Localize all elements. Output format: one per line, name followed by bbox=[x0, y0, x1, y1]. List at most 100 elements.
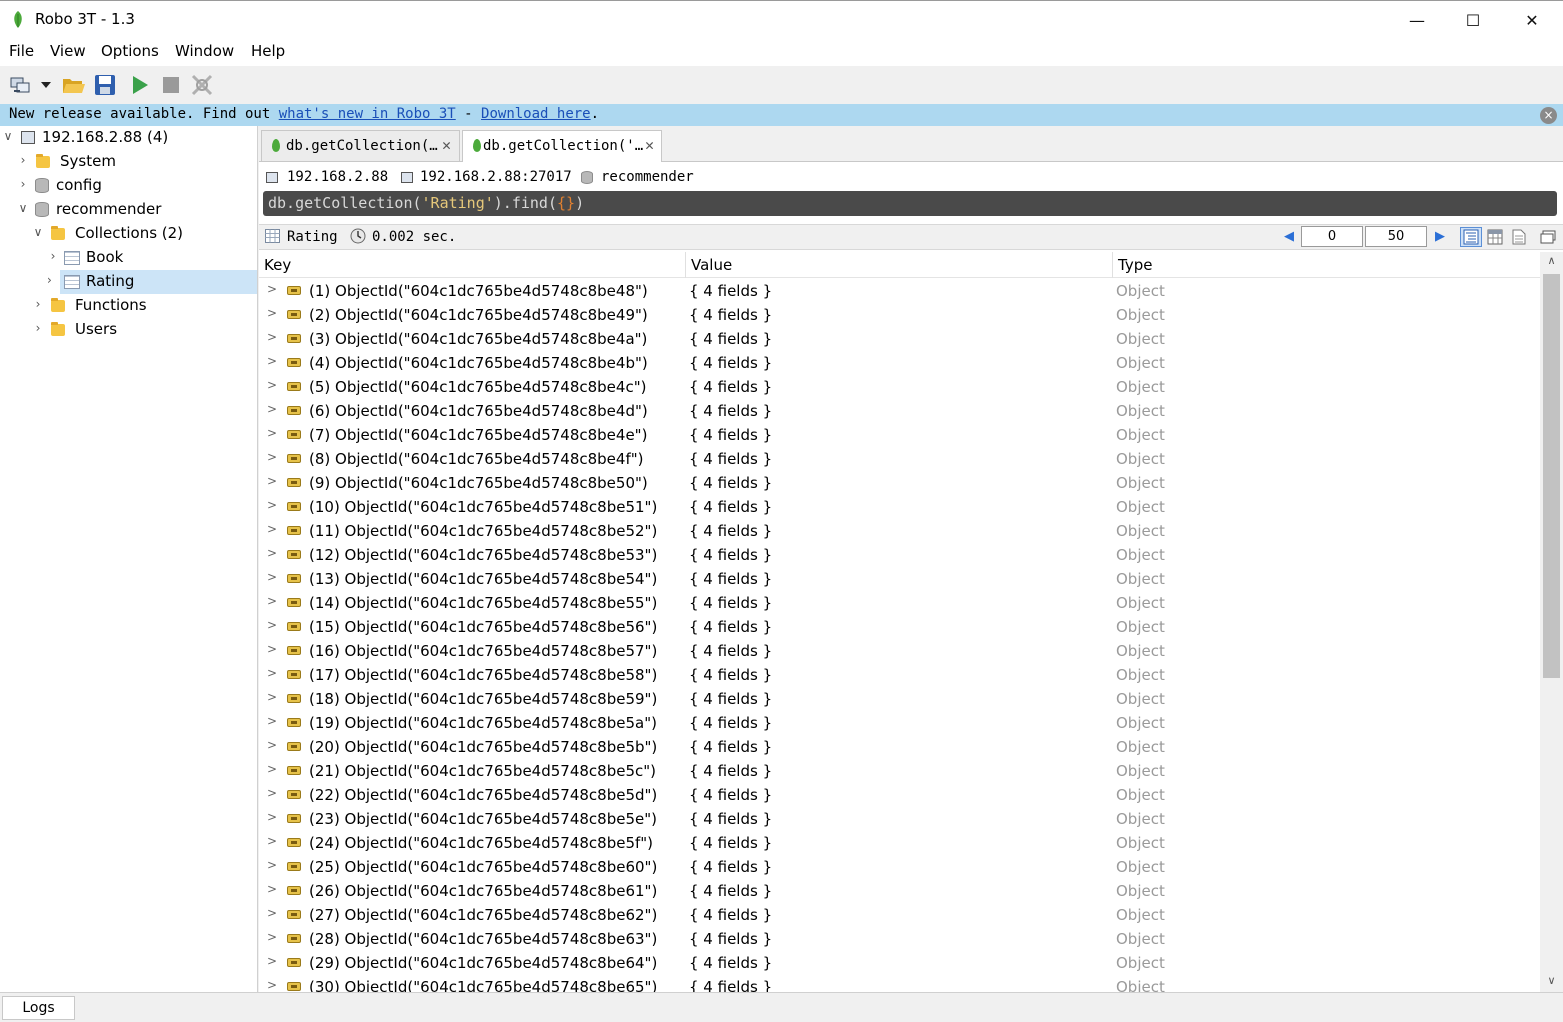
table-row[interactable]: > (4) ObjectId("604c1dc765be4d5748c8be4b"… bbox=[259, 351, 1540, 375]
chevron-down-icon[interactable]: ∨ bbox=[32, 225, 44, 239]
chevron-right-icon[interactable]: > bbox=[267, 714, 277, 728]
chevron-right-icon[interactable]: > bbox=[267, 666, 277, 680]
table-row[interactable]: > (24) ObjectId("604c1dc765be4d5748c8be5f… bbox=[259, 831, 1540, 855]
stop-icon[interactable] bbox=[158, 72, 184, 98]
menu-options[interactable]: Options bbox=[101, 42, 159, 60]
chevron-right-icon[interactable]: > bbox=[267, 834, 277, 848]
tree-item-collections[interactable]: ∨ Collections (2) bbox=[0, 222, 258, 246]
menu-file[interactable]: File bbox=[9, 42, 34, 60]
column-type[interactable]: Type bbox=[1118, 256, 1152, 274]
query-editor[interactable]: db.getCollection('Rating').find({}) bbox=[263, 191, 1557, 216]
chevron-right-icon[interactable]: › bbox=[32, 321, 44, 335]
chevron-right-icon[interactable]: › bbox=[17, 153, 29, 167]
table-row[interactable]: > (3) ObjectId("604c1dc765be4d5748c8be4a"… bbox=[259, 327, 1540, 351]
table-row[interactable]: > (27) ObjectId("604c1dc765be4d5748c8be62… bbox=[259, 903, 1540, 927]
chevron-right-icon[interactable]: > bbox=[267, 354, 277, 368]
chevron-right-icon[interactable]: > bbox=[267, 618, 277, 632]
explain-icon[interactable] bbox=[189, 72, 215, 98]
chevron-right-icon[interactable]: > bbox=[267, 282, 277, 296]
chevron-right-icon[interactable]: > bbox=[267, 450, 277, 464]
table-row[interactable]: > (8) ObjectId("604c1dc765be4d5748c8be4f"… bbox=[259, 447, 1540, 471]
execute-icon[interactable] bbox=[127, 72, 153, 98]
download-link[interactable]: Download here bbox=[481, 106, 591, 122]
maximize-button[interactable]: ☐ bbox=[1444, 1, 1502, 39]
table-row[interactable]: > (9) ObjectId("604c1dc765be4d5748c8be50"… bbox=[259, 471, 1540, 495]
tree-item-users[interactable]: › Users bbox=[0, 318, 258, 342]
table-row[interactable]: > (28) ObjectId("604c1dc765be4d5748c8be63… bbox=[259, 927, 1540, 951]
tab-query-1[interactable]: db.getCollection(… ✕ bbox=[261, 130, 460, 161]
chevron-right-icon[interactable]: > bbox=[267, 882, 277, 896]
skip-input[interactable]: 0 bbox=[1301, 226, 1363, 247]
table-row[interactable]: > (5) ObjectId("604c1dc765be4d5748c8be4c"… bbox=[259, 375, 1540, 399]
next-page-icon[interactable]: ▶ bbox=[1435, 229, 1445, 244]
menu-help[interactable]: Help bbox=[251, 42, 285, 60]
chevron-right-icon[interactable]: > bbox=[267, 930, 277, 944]
tree-item-recommender[interactable]: ∨ recommender bbox=[0, 198, 258, 222]
close-banner-icon[interactable]: × bbox=[1540, 107, 1557, 124]
open-icon[interactable] bbox=[61, 72, 87, 98]
connect-icon[interactable] bbox=[7, 72, 33, 98]
chevron-right-icon[interactable]: > bbox=[267, 474, 277, 488]
table-row[interactable]: > (25) ObjectId("604c1dc765be4d5748c8be60… bbox=[259, 855, 1540, 879]
minimize-button[interactable]: — bbox=[1388, 1, 1446, 39]
column-value[interactable]: Value bbox=[691, 256, 732, 274]
chevron-right-icon[interactable]: > bbox=[267, 402, 277, 416]
dropdown-icon[interactable] bbox=[36, 72, 56, 98]
chevron-right-icon[interactable]: › bbox=[47, 273, 52, 287]
save-icon[interactable] bbox=[92, 72, 118, 98]
chevron-right-icon[interactable]: > bbox=[267, 594, 277, 608]
chevron-right-icon[interactable]: › bbox=[17, 177, 29, 191]
table-row[interactable]: > (19) ObjectId("604c1dc765be4d5748c8be5a… bbox=[259, 711, 1540, 735]
maximize-results-icon[interactable] bbox=[1537, 227, 1559, 247]
column-divider[interactable] bbox=[685, 252, 686, 278]
vertical-scrollbar[interactable]: ∧ ∨ bbox=[1540, 252, 1563, 992]
chevron-right-icon[interactable]: > bbox=[267, 954, 277, 968]
tab-query-2[interactable]: db.getCollection('… ✕ bbox=[462, 130, 662, 162]
tree-item-functions[interactable]: › Functions bbox=[0, 294, 258, 318]
chevron-right-icon[interactable]: > bbox=[267, 546, 277, 560]
close-window-button[interactable]: ✕ bbox=[1503, 1, 1561, 39]
prev-page-icon[interactable]: ◀ bbox=[1284, 229, 1294, 244]
tree-item-rating[interactable]: Rating bbox=[60, 270, 257, 294]
table-row[interactable]: > (16) ObjectId("604c1dc765be4d5748c8be57… bbox=[259, 639, 1540, 663]
chevron-right-icon[interactable]: > bbox=[267, 906, 277, 920]
scroll-up-icon[interactable]: ∧ bbox=[1540, 254, 1563, 270]
tree-item-system[interactable]: › System bbox=[0, 150, 258, 174]
table-row[interactable]: > (6) ObjectId("604c1dc765be4d5748c8be4d"… bbox=[259, 399, 1540, 423]
table-row[interactable]: > (10) ObjectId("604c1dc765be4d5748c8be51… bbox=[259, 495, 1540, 519]
tab-close-icon[interactable]: ✕ bbox=[645, 136, 654, 154]
table-row[interactable]: > (29) ObjectId("604c1dc765be4d5748c8be64… bbox=[259, 951, 1540, 975]
logs-tab[interactable]: Logs bbox=[2, 996, 75, 1020]
chevron-right-icon[interactable]: > bbox=[267, 690, 277, 704]
chevron-right-icon[interactable]: > bbox=[267, 978, 277, 992]
table-row[interactable]: > (26) ObjectId("604c1dc765be4d5748c8be61… bbox=[259, 879, 1540, 903]
table-row[interactable]: > (20) ObjectId("604c1dc765be4d5748c8be5b… bbox=[259, 735, 1540, 759]
chevron-right-icon[interactable]: > bbox=[267, 570, 277, 584]
chevron-down-icon[interactable]: ∨ bbox=[2, 129, 14, 143]
scroll-thumb[interactable] bbox=[1543, 274, 1560, 678]
table-row[interactable]: > (17) ObjectId("604c1dc765be4d5748c8be58… bbox=[259, 663, 1540, 687]
chevron-down-icon[interactable]: ∨ bbox=[17, 201, 29, 215]
chevron-right-icon[interactable]: > bbox=[267, 426, 277, 440]
tab-close-icon[interactable]: ✕ bbox=[442, 136, 451, 154]
table-row[interactable]: > (12) ObjectId("604c1dc765be4d5748c8be53… bbox=[259, 543, 1540, 567]
table-row[interactable]: > (2) ObjectId("604c1dc765be4d5748c8be49"… bbox=[259, 303, 1540, 327]
tree-item-config[interactable]: › config bbox=[0, 174, 258, 198]
tree-view-mode-icon[interactable] bbox=[1460, 227, 1482, 247]
chevron-right-icon[interactable]: > bbox=[267, 306, 277, 320]
chevron-right-icon[interactable]: > bbox=[267, 330, 277, 344]
chevron-right-icon[interactable]: > bbox=[267, 378, 277, 392]
table-row[interactable]: > (15) ObjectId("604c1dc765be4d5748c8be56… bbox=[259, 615, 1540, 639]
tree-server[interactable]: ∨ 192.168.2.88 (4) bbox=[0, 126, 258, 150]
menu-window[interactable]: Window bbox=[175, 42, 234, 60]
chevron-right-icon[interactable]: > bbox=[267, 498, 277, 512]
chevron-right-icon[interactable]: › bbox=[32, 297, 44, 311]
column-divider[interactable] bbox=[1112, 252, 1113, 278]
chevron-right-icon[interactable]: > bbox=[267, 786, 277, 800]
menu-view[interactable]: View bbox=[50, 42, 86, 60]
whats-new-link[interactable]: what's new in Robo 3T bbox=[279, 106, 456, 122]
chevron-right-icon[interactable]: > bbox=[267, 810, 277, 824]
table-row[interactable]: > (30) ObjectId("604c1dc765be4d5748c8be65… bbox=[259, 975, 1540, 992]
table-row[interactable]: > (1) ObjectId("604c1dc765be4d5748c8be48"… bbox=[259, 279, 1540, 303]
table-row[interactable]: > (11) ObjectId("604c1dc765be4d5748c8be52… bbox=[259, 519, 1540, 543]
